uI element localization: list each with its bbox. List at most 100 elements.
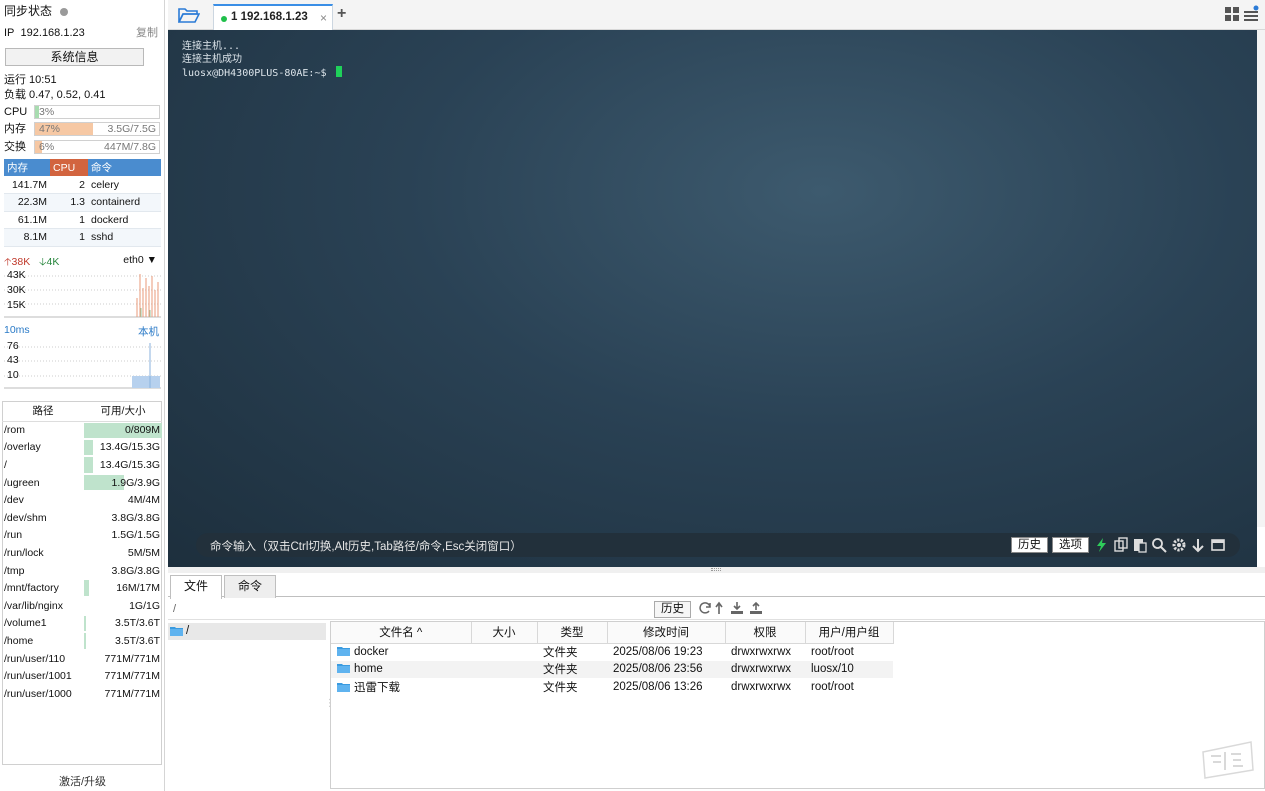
file-name-text: 迅雷下载 bbox=[354, 681, 400, 694]
refresh-icon[interactable] bbox=[698, 601, 712, 615]
process-row[interactable]: 8.1M 1 sshd bbox=[4, 228, 161, 247]
disk-usage-text: 771M/771M bbox=[104, 687, 160, 700]
upload-speed: 38K bbox=[11, 256, 31, 268]
swap-meter: 交换 6% 447M/7.8G bbox=[4, 140, 160, 154]
sync-status-dot-icon bbox=[60, 7, 69, 16]
tree-item-root[interactable]: / bbox=[168, 623, 326, 640]
command-options-button[interactable]: 选项 bbox=[1052, 537, 1089, 553]
column-type[interactable]: 类型 bbox=[537, 622, 608, 644]
parent-folder-icon[interactable] bbox=[715, 601, 729, 615]
disk-path: /overlay bbox=[4, 441, 41, 454]
disk-usage: 0/809M bbox=[84, 421, 162, 439]
process-command: containerd bbox=[88, 193, 161, 212]
upload-arrow-icon: 🡡 bbox=[4, 256, 12, 268]
disk-row[interactable]: /volume1 3.5T/3.6T bbox=[2, 615, 162, 633]
disk-path: /dev bbox=[4, 494, 24, 507]
tab-commands[interactable]: 命令 bbox=[224, 575, 276, 598]
current-path-input[interactable]: / bbox=[173, 603, 176, 615]
process-row[interactable]: 141.7M 2 celery bbox=[4, 176, 161, 194]
download-icon[interactable] bbox=[730, 601, 744, 615]
tab-files[interactable]: 文件 bbox=[170, 575, 222, 599]
swap-label: 交换 bbox=[4, 141, 26, 153]
file-perm: drwxrwxrwx bbox=[725, 660, 805, 678]
disk-usage-text: 0/809M bbox=[124, 424, 160, 437]
memory-percent: 47% bbox=[39, 123, 61, 135]
connected-dot-icon bbox=[221, 16, 227, 22]
lightning-icon[interactable] bbox=[1094, 537, 1110, 553]
terminal[interactable]: 连接主机... 连接主机成功 luosx@DH4300PLUS-80AE:~$ … bbox=[168, 30, 1257, 567]
splitter-grip-icon[interactable] bbox=[711, 568, 721, 571]
disk-row[interactable]: /run/lock 5M/5M bbox=[2, 544, 162, 562]
column-size[interactable]: 大小 bbox=[471, 622, 538, 644]
gear-icon[interactable] bbox=[1171, 537, 1187, 553]
process-header-cpu[interactable]: CPU bbox=[50, 159, 88, 176]
memory-bar: 47% 3.5G/7.5G bbox=[34, 122, 160, 136]
grid-layout-icon[interactable] bbox=[1225, 7, 1239, 21]
command-input-bar[interactable]: 命令输入（双击Ctrl切换,Alt历史,Tab路径/命令,Esc关闭窗口） 历史… bbox=[196, 533, 1240, 557]
terminal-scrollbar[interactable] bbox=[1257, 30, 1265, 527]
disk-row[interactable]: /overlay 13.4G/15.3G bbox=[2, 439, 162, 457]
disk-row[interactable]: /var/lib/nginx 1G/1G bbox=[2, 597, 162, 615]
disk-row[interactable]: /ugreen 1.9G/3.9G bbox=[2, 474, 162, 492]
paste-icon[interactable] bbox=[1132, 537, 1148, 553]
file-row[interactable]: 迅雷下载 文件夹 2025/08/06 13:26 drwxrwxrwx root/ro… bbox=[331, 678, 893, 696]
process-header-memory[interactable]: 内存 bbox=[4, 159, 50, 176]
process-memory: 141.7M bbox=[4, 176, 50, 194]
interface-select[interactable]: eth0 ▼ bbox=[123, 254, 157, 266]
column-permissions[interactable]: 权限 bbox=[725, 622, 806, 644]
tab-session-label: 1 192.168.1.23 bbox=[231, 11, 308, 23]
file-row[interactable]: docker 文件夹 2025/08/06 19:23 drwxrwxrwx root/… bbox=[331, 643, 893, 661]
column-modified[interactable]: 修改时间 bbox=[607, 622, 726, 644]
column-owner[interactable]: 用户/用户组 bbox=[805, 622, 894, 644]
copy-ip-button[interactable]: 复制 bbox=[136, 26, 158, 41]
disk-row[interactable]: /mnt/factory 16M/17M bbox=[2, 579, 162, 597]
disk-header-path[interactable]: 路径 bbox=[2, 401, 84, 422]
disk-usage: 13.4G/15.3G bbox=[84, 456, 162, 474]
process-row[interactable]: 61.1M 1 dockerd bbox=[4, 211, 161, 229]
disk-usage: 16M/17M bbox=[84, 579, 162, 597]
disk-list: /rom 0/809M/overlay 13.4G/15.3G / 13.4G/15.3… bbox=[2, 421, 162, 703]
arrow-down-icon[interactable] bbox=[1190, 537, 1206, 553]
disk-row[interactable]: /dev/shm 3.8G/3.8G bbox=[2, 509, 162, 527]
disk-row[interactable]: /run/user/1000 771M/771M bbox=[2, 685, 162, 703]
file-table: 文件名 ^ 大小 类型 修改时间 权限 用户/用户组 docker 文件夹 2025… bbox=[331, 622, 894, 696]
upload-icon[interactable] bbox=[749, 601, 763, 615]
command-history-button[interactable]: 历史 bbox=[1011, 537, 1048, 553]
latency-target[interactable]: 本机 bbox=[138, 324, 159, 339]
process-row[interactable]: 22.3M 1.3 containerd bbox=[4, 193, 161, 212]
close-icon[interactable]: × bbox=[320, 11, 327, 25]
path-history-button[interactable]: 历史 bbox=[654, 601, 691, 618]
disk-usage-text: 16M/17M bbox=[116, 582, 160, 595]
interface-name: eth0 bbox=[123, 254, 144, 266]
disk-row[interactable]: /run/user/1001 771M/771M bbox=[2, 667, 162, 685]
maximize-icon[interactable] bbox=[1210, 537, 1226, 553]
disk-row[interactable]: /tmp 3.8G/3.8G bbox=[2, 562, 162, 580]
file-row[interactable]: home 文件夹 2025/08/06 23:56 drwxrwxrwx luosx/1… bbox=[331, 660, 893, 678]
disk-row[interactable]: /rom 0/809M bbox=[2, 421, 162, 439]
disk-row[interactable]: /dev 4M/4M bbox=[2, 491, 162, 509]
process-cpu: 1 bbox=[50, 211, 88, 229]
menu-icon[interactable] bbox=[1243, 5, 1259, 23]
disk-path: /volume1 bbox=[4, 617, 47, 630]
disk-row[interactable]: /home 3.5T/3.6T bbox=[2, 632, 162, 650]
sync-status[interactable]: 同步状态 bbox=[4, 4, 160, 19]
tab-session[interactable]: 1 192.168.1.23 × bbox=[213, 4, 333, 30]
disk-header-usage[interactable]: 可用/大小 bbox=[84, 401, 162, 422]
activate-upgrade-link[interactable]: 激活/升级 bbox=[0, 773, 165, 789]
copy-icon[interactable] bbox=[1113, 537, 1129, 553]
disk-row[interactable]: / 13.4G/15.3G bbox=[2, 456, 162, 474]
disk-path: /run/user/1001 bbox=[4, 670, 72, 683]
search-icon[interactable] bbox=[1151, 537, 1167, 553]
latency-value: 10ms bbox=[4, 324, 30, 336]
disk-row[interactable]: /run/user/110 771M/771M bbox=[2, 650, 162, 668]
sidebar: 同步状态 IP 192.168.1.23 复制 系统信息 运行 10:51 负载… bbox=[0, 0, 165, 791]
process-cpu: 2 bbox=[50, 176, 88, 194]
file-size bbox=[471, 678, 537, 696]
open-folder-icon[interactable] bbox=[178, 6, 200, 24]
system-info-button[interactable]: 系统信息 bbox=[5, 48, 144, 66]
process-header-command[interactable]: 命令 bbox=[88, 159, 161, 176]
uptime-text: 运行 10:51 bbox=[4, 74, 57, 86]
add-tab-button[interactable]: + bbox=[337, 5, 346, 23]
column-name[interactable]: 文件名 ^ bbox=[331, 622, 472, 644]
disk-row[interactable]: /run 1.5G/1.5G bbox=[2, 527, 162, 545]
